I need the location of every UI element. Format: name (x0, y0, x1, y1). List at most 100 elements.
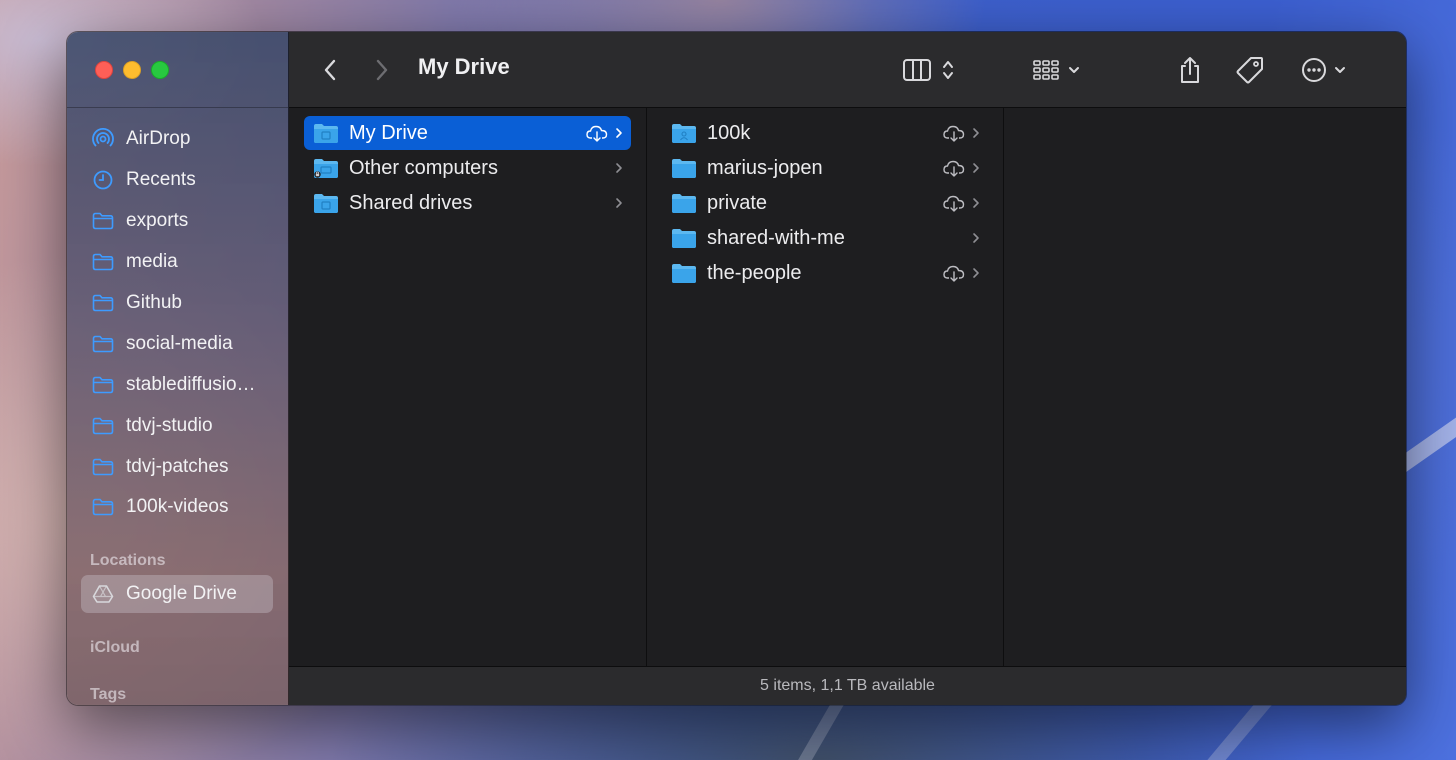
row-accessories (972, 221, 980, 255)
cloud-download-icon (943, 265, 965, 282)
sidebar-item-label: social-media (126, 333, 233, 354)
locations-header: Locations (90, 552, 166, 569)
folder-icon (92, 417, 114, 435)
row-accessories (615, 186, 623, 220)
window-title: My Drive (418, 54, 510, 79)
folder-icon (92, 212, 114, 230)
sidebar-divider (67, 107, 288, 108)
list-item-the-people[interactable]: the-people (662, 256, 988, 290)
column-2: 100k marius-jopen private shared-with-me… (647, 108, 1004, 668)
cloud-download-icon (943, 160, 965, 177)
more-actions-button[interactable] (1295, 32, 1351, 108)
status-bar: 5 items, 1,1 TB available (289, 666, 1406, 705)
list-item-marius-jopen[interactable]: marius-jopen (662, 151, 988, 185)
chevron-right-icon (616, 128, 622, 138)
ellipsis-circle-icon (1302, 58, 1326, 82)
sidebar-item-stablediffusion[interactable]: stablediffusio… (81, 366, 273, 404)
google-drive-icon (92, 585, 114, 603)
sidebar-item-social-media[interactable]: social-media (81, 325, 273, 363)
list-item-shared-drives[interactable]: Shared drives (304, 186, 631, 220)
list-item-other-computers[interactable]: Other computers (304, 151, 631, 185)
row-accessories (942, 116, 980, 150)
sidebar-item-label: media (126, 251, 178, 272)
sidebar-item-label: exports (126, 210, 189, 231)
clock-icon (93, 170, 113, 190)
list-item-my-drive[interactable]: My Drive (304, 116, 631, 150)
sidebar-item-google-drive[interactable]: Google Drive (81, 575, 273, 613)
row-accessories (942, 256, 980, 290)
tag-icon (1236, 57, 1263, 84)
icloud-header[interactable]: iCloud (90, 639, 140, 657)
folder-icon (92, 498, 114, 516)
column-1: My Drive Other computers Shared drives (289, 108, 647, 668)
sidebar-item-github[interactable]: Github (81, 284, 273, 322)
main-area: My Drive My Drive Other computers Shared… (289, 32, 1406, 705)
window-controls (95, 61, 169, 79)
group-button[interactable] (1027, 32, 1085, 108)
folder-icon (672, 229, 696, 248)
forward-button[interactable] (369, 32, 395, 108)
status-text: 5 items, 1,1 TB available (760, 677, 935, 694)
chevron-right-icon (973, 198, 979, 208)
chevron-up-down-icon (943, 61, 953, 79)
share-icon (1181, 57, 1199, 83)
row-label: My Drive (349, 121, 428, 144)
tags-header[interactable]: Tags (90, 686, 126, 704)
sidebar-item-label: stablediffusio… (126, 374, 256, 395)
sidebar-item-airdrop[interactable]: AirDrop (81, 120, 273, 158)
row-accessories (942, 151, 980, 185)
row-accessories (585, 116, 623, 150)
share-button[interactable] (1175, 32, 1205, 108)
sidebar-item-label: Google Drive (126, 583, 237, 604)
cloud-download-icon (943, 195, 965, 212)
folder-icon (672, 264, 696, 283)
close-button[interactable] (95, 61, 113, 79)
row-label: the-people (707, 261, 802, 284)
toolbar: My Drive (289, 32, 1406, 108)
row-accessories (942, 186, 980, 220)
folder-icon (92, 458, 114, 476)
sidebar-item-100k-videos[interactable]: 100k-videos (81, 488, 273, 526)
row-accessories (615, 151, 623, 185)
folder-icon (92, 376, 114, 394)
group-grid-icon (1033, 60, 1059, 80)
folder-icon (672, 159, 696, 178)
sidebar: AirDrop Recents exports media Github soc… (67, 32, 289, 705)
sidebar-item-exports[interactable]: exports (81, 202, 273, 240)
chevron-down-icon (1335, 67, 1345, 73)
column-browser: My Drive Other computers Shared drives 1… (289, 108, 1406, 668)
folder-icon (92, 253, 114, 271)
row-label: shared-with-me (707, 226, 845, 249)
chevron-right-icon (973, 268, 979, 278)
zoom-button[interactable] (151, 61, 169, 79)
column-3 (1004, 108, 1406, 668)
minimize-button[interactable] (123, 61, 141, 79)
chevron-left-icon (324, 59, 336, 81)
back-button[interactable] (317, 32, 343, 108)
sidebar-item-tdvj-studio[interactable]: tdvj-studio (81, 407, 273, 445)
sidebar-item-recents[interactable]: Recents (81, 161, 273, 199)
row-label: Other computers (349, 156, 498, 179)
cloud-download-icon (586, 125, 608, 142)
chevron-right-icon (973, 163, 979, 173)
drive-folder-icon (314, 194, 338, 213)
sidebar-item-label: tdvj-studio (126, 415, 213, 436)
chevron-right-icon (616, 163, 622, 173)
chevron-down-icon (1069, 67, 1079, 73)
tags-button[interactable] (1233, 32, 1267, 108)
finder-window: AirDrop Recents exports media Github soc… (66, 31, 1407, 706)
list-item-100k[interactable]: 100k (662, 116, 988, 150)
sidebar-item-tdvj-patches[interactable]: tdvj-patches (81, 448, 273, 486)
drive-folder-icon (314, 124, 338, 143)
list-item-shared-with-me[interactable]: shared-with-me (662, 221, 988, 255)
view-mode-button[interactable] (893, 32, 963, 108)
row-label: 100k (707, 121, 751, 144)
list-item-private[interactable]: private (662, 186, 988, 220)
shared-folder-icon (672, 124, 696, 143)
sidebar-item-label: 100k-videos (126, 496, 229, 517)
chevron-right-icon (376, 59, 388, 81)
row-label: private (707, 191, 768, 214)
sidebar-item-label: Recents (126, 169, 196, 190)
folder-icon (92, 294, 114, 312)
sidebar-item-media[interactable]: media (81, 243, 273, 281)
